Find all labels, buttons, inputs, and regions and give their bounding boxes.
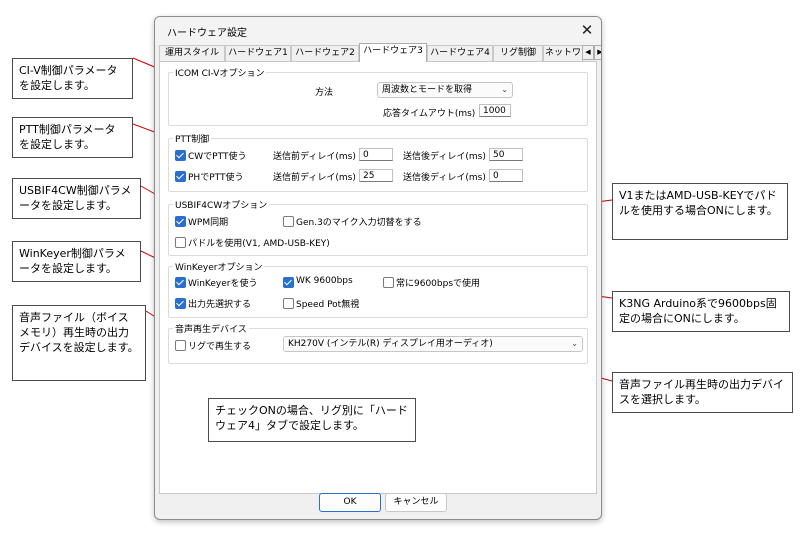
cancel-button[interactable]: キャンセル [385,493,447,512]
ph-ptt-label: PHでPTT使う [188,173,244,183]
callout-k3ng: K3NG Arduino系で9600bps固定の場合にONにします。 [612,291,790,332]
output-select-checkbox[interactable] [175,298,186,309]
chevron-down-icon: ⌄ [571,339,578,348]
gen3-mic-checkbox[interactable] [283,216,294,227]
callout-v1-paddle: V1またはAMD-USB-KEYでパドルを使用する場合ONにします。 [612,183,788,240]
speed-pot-label: Speed Pot無視 [296,300,360,310]
timeout-input[interactable]: 1000 [479,104,511,117]
cw-before-delay-input[interactable]: 0 [359,148,393,161]
audio-device-legend: 音声再生デバイス [173,322,249,335]
callout-winkeyer: WinKeyer制御パラメータを設定します。 [12,241,141,282]
tab-scroll-right-icon[interactable]: ▶ [594,45,601,60]
callout-usbif4cw: USBIF4CW制御パラメータを設定します。 [12,178,141,219]
ptt-legend: PTT制御 [173,132,212,145]
dialog-title: ハードウェア設定 [167,28,247,39]
paddle-checkbox[interactable] [175,237,186,248]
audio-device-value: KH270V (インテル(R) ディスプレイ用オーディオ) [288,339,493,349]
wk-9600-label: WK 9600bps [296,276,353,286]
gen3-mic-label: Gen.3のマイク入力切替をする [296,218,422,228]
wpm-sync-label: WPM同期 [188,218,229,228]
icom-civ-group: ICOM CI-Vオプション 方法 周波数とモードを取得 ⌄ 応答タイムアウト(… [168,66,588,126]
ph-after-delay-input[interactable]: 0 [489,169,523,182]
method-select-value: 周波数とモードを取得 [382,85,473,95]
callout-ptt: PTT制御パラメータを設定します。 [12,117,133,158]
play-per-rig-checkbox[interactable] [175,340,186,351]
ptt-group: PTT制御 CWでPTT使う 送信前ディレイ(ms) 0 送信後ディレイ(ms)… [168,132,588,192]
callout-rig-tab4: チェックONの場合、リグ別に「ハードウェア4」タブで設定します。 [208,398,416,442]
ph-after-delay-label: 送信後ディレイ(ms) [403,173,486,183]
tab-hardware-3[interactable]: ハードウェア3 [359,43,427,62]
speed-pot-checkbox[interactable] [283,298,294,309]
callout-voice-device: 音声ファイル（ボイスメモリ）再生時の出力デバイスを設定します。 [12,305,146,381]
cw-ptt-label: CWでPTT使う [188,152,247,162]
wpm-sync-checkbox[interactable] [175,216,186,227]
output-select-label: 出力先選択する [188,300,252,310]
usbif4cw-legend: USBIF4CWオプション [173,198,270,211]
cw-after-delay-label: 送信後ディレイ(ms) [403,152,486,162]
audio-device-group: 音声再生デバイス リグで再生する KH270V (インテル(R) ディスプレイ用… [168,322,588,364]
ph-before-delay-label: 送信前ディレイ(ms) [273,173,356,183]
timeout-label: 応答タイムアウト(ms) [383,109,476,119]
winkeyer-use-checkbox[interactable] [175,277,186,288]
callout-device-select: 音声ファイル再生時の出力デバイスを選択します。 [612,372,793,413]
winkeyer-use-label: WinKeyerを使う [188,279,258,289]
audio-device-select[interactable]: KH270V (インテル(R) ディスプレイ用オーディオ) ⌄ [283,336,583,352]
play-per-rig-label: リグで再生する [188,342,252,352]
tab-strip: 運用スタイル ハードウェア1 ハードウェア2 ハードウェア3 ハードウェア4 リ… [159,43,601,62]
icom-civ-legend: ICOM CI-Vオプション [173,66,267,79]
title-bar: ハードウェア設定 ✕ [155,17,601,45]
method-label: 方法 [315,88,334,98]
tab-hardware-1[interactable]: ハードウェア1 [225,45,291,61]
hardware-settings-dialog: ハードウェア設定 ✕ 運用スタイル ハードウェア1 ハードウェア2 ハードウェア… [154,16,602,520]
paddle-label: パドルを使用(V1, AMD-USB-KEY) [188,239,330,249]
always-9600-checkbox[interactable] [383,277,394,288]
close-icon[interactable]: ✕ [578,21,596,39]
winkeyer-legend: WinKeyerオプション [173,260,265,273]
cw-after-delay-input[interactable]: 50 [489,148,523,161]
callout-civ: CI-V制御パラメータを設定します。 [12,58,133,99]
ph-before-delay-input[interactable]: 25 [359,169,393,182]
winkeyer-group: WinKeyerオプション WinKeyerを使う WK 9600bps 常に9… [168,260,588,318]
usbif4cw-group: USBIF4CWオプション WPM同期 Gen.3のマイク入力切替をする パドル… [168,198,588,256]
ph-ptt-checkbox[interactable] [175,171,186,182]
wk-9600-checkbox[interactable] [283,277,294,288]
method-select[interactable]: 周波数とモードを取得 ⌄ [377,82,513,98]
tab-scroll-left-icon[interactable]: ◀ [582,45,594,60]
tab-hardware-4[interactable]: ハードウェア4 [427,45,493,61]
ok-button[interactable]: OK [319,493,381,512]
always-9600-label: 常に9600bpsで使用 [396,279,481,289]
tab-network[interactable]: ネットワ [543,45,583,61]
tab-hardware-2[interactable]: ハードウェア2 [291,45,359,61]
chevron-down-icon: ⌄ [501,85,508,94]
cw-ptt-checkbox[interactable] [175,150,186,161]
tab-rig-control[interactable]: リグ制御 [493,45,543,61]
cw-before-delay-label: 送信前ディレイ(ms) [273,152,356,162]
tab-operation-style[interactable]: 運用スタイル [159,45,225,61]
